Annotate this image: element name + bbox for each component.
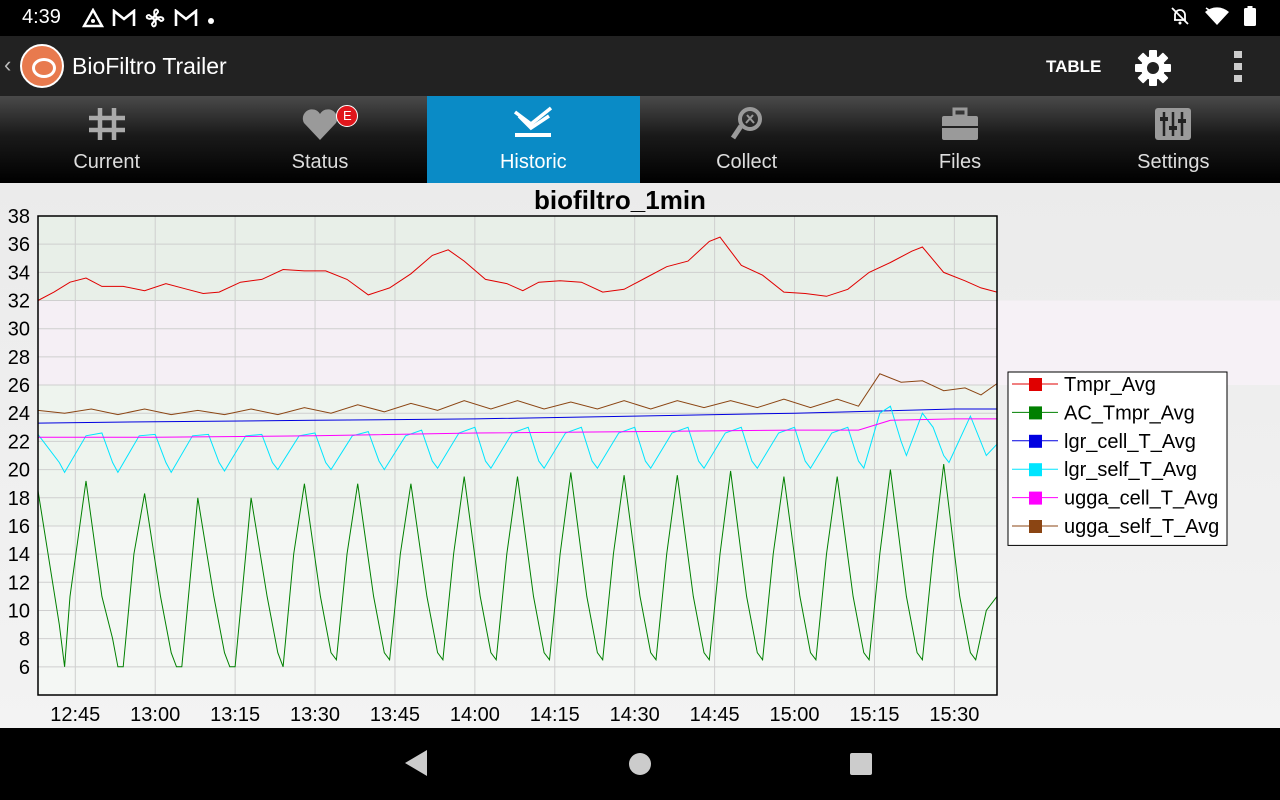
dot-icon bbox=[206, 10, 216, 31]
tab-label: Files bbox=[938, 151, 982, 173]
y-tick-label: 34 bbox=[8, 262, 30, 284]
tab-status[interactable]: E Status bbox=[213, 96, 426, 183]
legend-label: lgr_self_T_Avg bbox=[1064, 459, 1197, 481]
y-tick-label: 30 bbox=[8, 319, 30, 341]
battery-icon bbox=[1244, 6, 1256, 31]
tab-settings[interactable]: Settings bbox=[1067, 96, 1280, 183]
legend-label: ugga_self_T_Avg bbox=[1064, 516, 1219, 538]
x-tick-label: 15:15 bbox=[849, 704, 899, 726]
clock: 4:39 bbox=[22, 6, 61, 28]
tab-label: Current bbox=[73, 151, 141, 173]
sliders-icon bbox=[1153, 106, 1193, 142]
x-tick-label: 13:30 bbox=[290, 704, 340, 726]
y-tick-label: 10 bbox=[8, 600, 30, 622]
y-tick-label: 22 bbox=[8, 431, 30, 453]
y-tick-label: 12 bbox=[8, 572, 30, 594]
legend-swatch bbox=[1029, 520, 1042, 533]
legend: Tmpr_Avg AC_Tmpr_Avg lgr_cell_T_Avg lgr_sel… bbox=[1007, 371, 1228, 546]
home-icon[interactable] bbox=[628, 752, 652, 781]
tab-historic[interactable]: Historic bbox=[426, 96, 640, 183]
grid-icon bbox=[87, 106, 127, 142]
legend-swatch bbox=[1029, 491, 1042, 505]
chart-title: biofiltro_1min bbox=[534, 185, 706, 215]
y-tick-label: 38 bbox=[8, 206, 30, 228]
y-tick-label: 36 bbox=[8, 234, 30, 256]
y-tick-label: 24 bbox=[8, 403, 30, 425]
legend-label: Tmpr_Avg bbox=[1064, 374, 1156, 396]
table-button[interactable]: TABLE bbox=[1046, 57, 1101, 77]
fan-icon bbox=[144, 7, 166, 34]
status-bar: 4:39 bbox=[0, 0, 1280, 36]
bell-off-icon bbox=[1170, 6, 1190, 31]
gmail-icon bbox=[112, 8, 136, 32]
back-icon[interactable] bbox=[403, 748, 429, 783]
y-tick-label: 16 bbox=[8, 516, 30, 538]
legend-swatch bbox=[1029, 406, 1042, 420]
tab-bar: Current E Status Historic Collect Files … bbox=[0, 96, 1280, 183]
legend-swatch bbox=[1029, 378, 1042, 391]
y-tick-label: 32 bbox=[8, 291, 30, 313]
tab-files[interactable]: Files bbox=[853, 96, 1066, 183]
y-tick-label: 6 bbox=[19, 657, 30, 679]
tab-label: Status bbox=[291, 151, 349, 173]
tab-collect[interactable]: Collect bbox=[640, 96, 853, 183]
legend-label: lgr_cell_T_Avg bbox=[1064, 431, 1196, 453]
back-chevron-icon[interactable]: ‹ bbox=[4, 52, 11, 78]
tab-label: Settings bbox=[1137, 151, 1210, 173]
y-tick-label: 26 bbox=[8, 375, 30, 397]
y-tick-label: 14 bbox=[8, 544, 30, 566]
y-tick-label: 8 bbox=[19, 629, 30, 651]
legend-swatch bbox=[1029, 434, 1042, 448]
x-tick-label: 14:15 bbox=[530, 704, 580, 726]
x-tick-label: 15:30 bbox=[929, 704, 979, 726]
tab-label: Historic bbox=[499, 151, 567, 173]
recents-icon[interactable] bbox=[849, 752, 873, 781]
x-tick-label: 12:45 bbox=[50, 704, 100, 726]
gmail-icon bbox=[174, 8, 198, 32]
overflow-menu-icon[interactable] bbox=[1228, 50, 1248, 84]
legend-label: ugga_cell_T_Avg bbox=[1064, 488, 1218, 510]
heart-icon bbox=[300, 106, 340, 142]
app-bar: ‹ BioFiltro Trailer TABLE bbox=[0, 36, 1280, 96]
plot-band bbox=[38, 385, 997, 526]
briefcase-icon bbox=[940, 106, 980, 142]
gear-icon[interactable] bbox=[1133, 48, 1173, 88]
app-title: BioFiltro Trailer bbox=[72, 53, 227, 79]
x-tick-label: 13:15 bbox=[210, 704, 260, 726]
x-tick-label: 15:00 bbox=[770, 704, 820, 726]
x-tick-label: 13:00 bbox=[130, 704, 180, 726]
x-tick-label: 14:45 bbox=[690, 704, 740, 726]
chart-panel: 38 36 34 32 30 28 26 24 22 20 18 16 14 12 10 8 6 12:45 13… bbox=[0, 183, 1280, 728]
tab-label: Collect bbox=[716, 151, 778, 173]
notification-icons bbox=[81, 7, 216, 34]
system-icons bbox=[1170, 6, 1256, 31]
y-tick-label: 20 bbox=[8, 460, 30, 482]
historic-icon bbox=[513, 106, 553, 142]
status-badge: E bbox=[336, 105, 359, 127]
legend-swatch bbox=[1029, 463, 1042, 477]
x-tick-label: 13:45 bbox=[370, 704, 420, 726]
app-logo[interactable] bbox=[20, 44, 64, 88]
legend-label: AC_Tmpr_Avg bbox=[1064, 402, 1195, 424]
wifi-icon bbox=[1204, 6, 1230, 31]
y-tick-label: 28 bbox=[8, 347, 30, 369]
x-tick-label: 14:30 bbox=[610, 704, 660, 726]
navigation-bar bbox=[0, 728, 1280, 800]
historic-chart[interactable]: 38 36 34 32 30 28 26 24 22 20 18 16 14 12 10 8 6 12:45 13… bbox=[0, 183, 1280, 728]
collect-icon bbox=[727, 106, 767, 142]
x-tick-label: 14:00 bbox=[450, 704, 500, 726]
y-tick-label: 18 bbox=[8, 488, 30, 510]
notification-app-icon bbox=[81, 7, 105, 33]
tab-current[interactable]: Current bbox=[0, 96, 213, 183]
plot-band bbox=[38, 300, 997, 386]
